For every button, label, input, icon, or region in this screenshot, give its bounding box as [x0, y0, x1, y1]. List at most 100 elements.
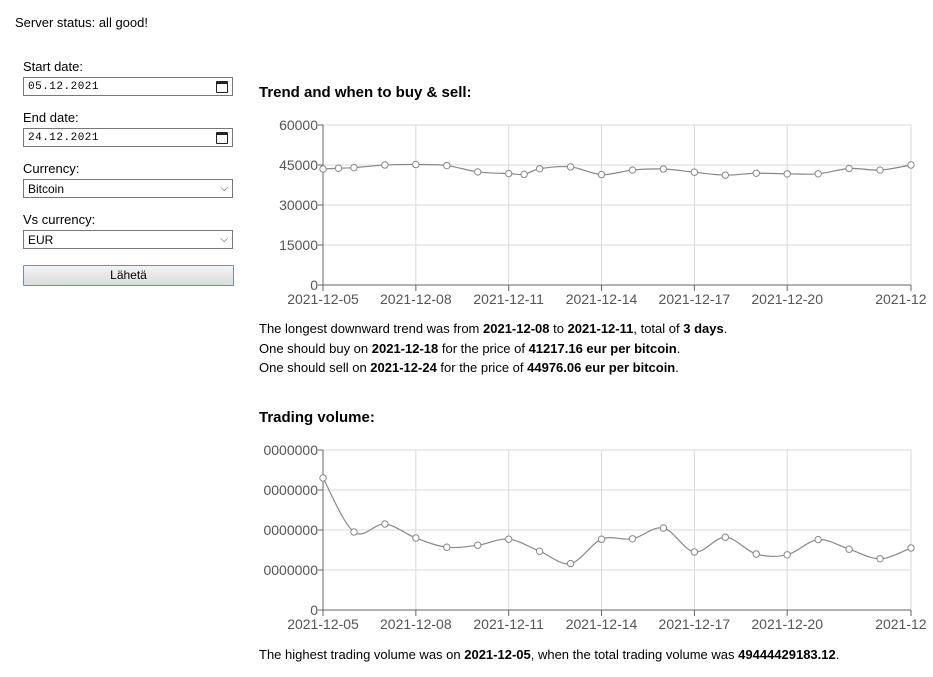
trend-chart: 0150003000045000600002021-12-05 2021-12-0… — [279, 117, 926, 307]
volume-data-point — [907, 544, 915, 552]
trend-data-point — [783, 170, 791, 178]
vs-currency-label: Vs currency: — [23, 212, 96, 227]
trend-x-tick-label: 2021-12-17 — [659, 291, 731, 307]
start-date-value: 05.12.2021 — [28, 80, 100, 93]
trend-data-point — [334, 164, 343, 172]
trend-y-tick-label: 15000 — [279, 237, 318, 253]
trend-data-point — [535, 165, 544, 173]
calendar-icon[interactable] — [216, 80, 228, 93]
server-status-value: all good! — [98, 15, 148, 30]
volume-x-tick-label: 2021-12-24 — [875, 616, 926, 632]
trend-series-line — [322, 163, 912, 176]
volume-data-point — [443, 543, 451, 551]
start-date-input[interactable]: 05.12.2021 — [23, 77, 233, 96]
trend-data-point — [350, 163, 358, 172]
trend-x-tick-label: 2021-12-14 — [566, 291, 638, 307]
volume-data-point — [504, 535, 513, 543]
volume-data-point — [474, 541, 482, 549]
downtrend-days: 3 days — [683, 321, 724, 336]
trend-data-point — [520, 170, 528, 179]
downtrend-line: The longest downward trend was from 2021… — [259, 321, 728, 336]
trend-data-point — [443, 161, 451, 170]
volume-y-tick-label: 0000000 — [263, 522, 318, 538]
volume-y-tick-label: 0000000 — [263, 442, 318, 458]
volume-data-point — [535, 547, 544, 555]
sell-date: 2021-12-24 — [370, 360, 437, 375]
trend-y-tick-label: 45000 — [279, 157, 318, 173]
trend-x-tick-label: 2021-12-24 — [875, 291, 926, 307]
calendar-icon[interactable] — [216, 131, 228, 144]
volume-data-point — [628, 535, 637, 543]
vs-currency-select[interactable]: EUR ⌵ — [23, 230, 233, 249]
volume-data-point — [381, 520, 389, 528]
volume-x-tick-label: 2021-12-17 — [659, 616, 731, 632]
end-date-input[interactable]: 24.12.2021 — [23, 128, 233, 147]
volume-data-point — [566, 559, 575, 568]
trend-y-tick-label: 30000 — [279, 197, 318, 213]
server-status: Server status: all good! — [15, 15, 148, 30]
volume-series-line — [322, 477, 912, 565]
chevron-down-icon: ⌵ — [220, 183, 228, 194]
volume-x-tick-label: 2021-12-05 — [287, 616, 359, 632]
trend-data-point — [566, 163, 575, 171]
chevron-down-icon: ⌵ — [220, 234, 228, 245]
currency-select[interactable]: Bitcoin ⌵ — [23, 179, 233, 198]
highest-volume-date: 2021-12-05 — [464, 647, 531, 662]
trend-x-tick-label: 2021-12-20 — [751, 291, 823, 307]
downtrend-to: 2021-12-11 — [567, 321, 634, 336]
currency-selected: Bitcoin — [28, 181, 65, 196]
submit-button[interactable]: Lähetä — [23, 265, 234, 286]
trend-data-point — [845, 164, 853, 173]
query-form: Start date: 05.12.2021 End date: 24.12.2… — [23, 59, 235, 286]
volume-x-tick-label: 2021-12-20 — [751, 616, 823, 632]
volume-x-tick-label: 2021-12-08 — [380, 616, 452, 632]
volume-y-tick-label: 0000000 — [263, 482, 318, 498]
volume-title: Trading volume: — [259, 409, 375, 426]
volume-data-point — [659, 524, 668, 532]
volume-data-point — [412, 534, 420, 542]
trend-title: Trend and when to buy & sell: — [259, 84, 472, 101]
volume-data-point — [845, 545, 853, 553]
trend-y-tick-label: 60000 — [279, 117, 318, 133]
trend-info: The longest downward trend was from 2021… — [259, 319, 727, 378]
volume-data-point — [690, 548, 699, 556]
trend-data-point — [597, 170, 606, 179]
volume-data-point — [319, 474, 327, 482]
trend-data-point — [319, 165, 327, 173]
buy-date: 2021-12-18 — [371, 340, 439, 356]
trend-data-point — [628, 166, 637, 174]
volume-data-point — [597, 535, 606, 543]
volume-x-tick-label: 2021-12-11 — [473, 616, 544, 632]
trend-data-point — [876, 166, 884, 174]
sell-price: 44976.06 eur per bitcoin — [527, 360, 676, 375]
downtrend-from: 2021-12-08 — [483, 321, 550, 336]
trend-data-point — [474, 168, 482, 176]
volume-data-point — [876, 555, 884, 563]
volume-data-point — [752, 550, 760, 558]
buy-line: One should buy on 2021-12-18 for the pri… — [259, 340, 681, 356]
trend-data-point — [814, 170, 822, 178]
currency-label: Currency: — [23, 161, 80, 176]
trend-x-tick-label: 2021-12-05 — [287, 291, 359, 307]
volume-x-tick-label: 2021-12-14 — [566, 616, 638, 632]
highest-volume-line: The highest trading volume was on 2021-1… — [259, 647, 840, 662]
buy-price: 41217.16 eur per bitcoin — [528, 340, 677, 356]
volume-data-point — [783, 551, 791, 559]
server-status-prefix: Server status: — [15, 15, 96, 30]
trend-data-point — [381, 161, 389, 169]
trend-data-point — [690, 168, 699, 176]
vs-currency-selected: EUR — [28, 232, 54, 247]
volume-info: The highest trading volume was on 2021-1… — [259, 645, 839, 665]
trend-data-point — [907, 161, 915, 169]
trend-data-point — [504, 169, 513, 178]
trend-x-tick-label: 2021-12-11 — [473, 291, 544, 307]
volume-data-point — [721, 533, 730, 541]
volume-data-point — [350, 528, 358, 536]
start-date-label: Start date: — [23, 59, 83, 74]
volume-chart: 000000000000000000000000000002021-12-05 2… — [263, 442, 926, 632]
trend-data-point — [721, 171, 730, 179]
trend-data-point — [412, 160, 420, 169]
end-date-value: 24.12.2021 — [28, 131, 100, 144]
highest-volume-value: 49444429183.12 — [738, 647, 836, 662]
sell-line: One should sell on 2021-12-24 for the pr… — [259, 360, 679, 375]
